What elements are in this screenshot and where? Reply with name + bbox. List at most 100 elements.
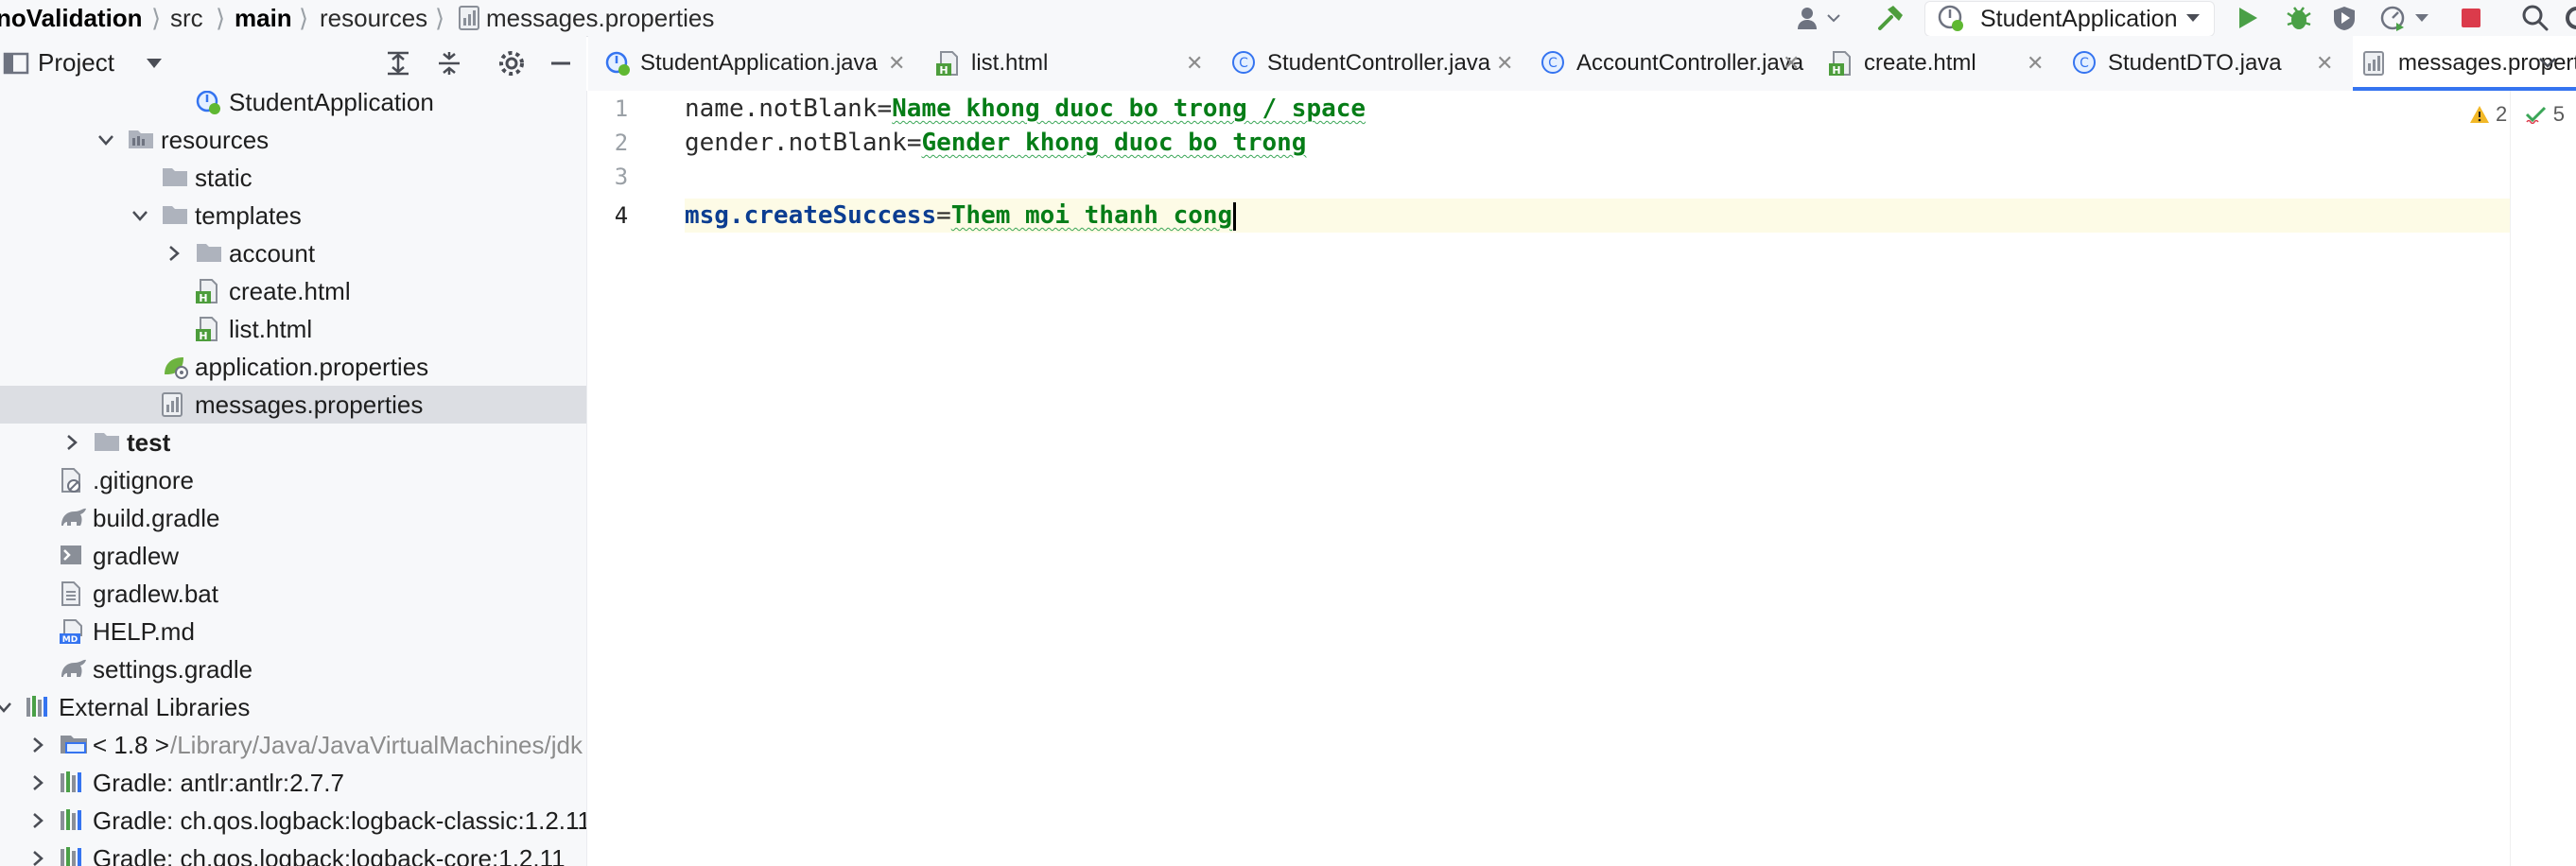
property-key: gender.notBlank [685,129,907,157]
tab-list-chevron-down-icon[interactable] [2536,51,2559,78]
chevron-down-icon[interactable] [0,694,15,720]
chevron-right-icon[interactable] [26,770,49,796]
tree-item[interactable]: Gradle: ch.qos.logback:logback-core:1.2.… [0,840,586,866]
tree-item[interactable]: .gitignore [0,461,586,499]
svg-text:MD: MD [62,635,78,645]
code-line[interactable]: gender.notBlank=Gender khong duoc bo tro… [685,126,2510,160]
tree-item[interactable]: Gradle: ch.qos.logback:logback-classic:1… [0,802,586,840]
settings-gear-icon[interactable] [2563,4,2576,32]
tree-item[interactable]: Hlist.html [0,310,586,348]
hide-minus-icon[interactable] [547,49,575,78]
code-line[interactable]: msg.createSuccess=Them moi thanh cong [685,199,2510,233]
debug-icon[interactable] [2285,4,2313,32]
line-number: 4 [614,202,629,229]
run-icon[interactable] [2234,4,2262,32]
tree-item[interactable]: messages.properties [0,386,586,424]
line-number: 3 [614,164,629,190]
editor-tab[interactable]: Hcreate.html ✕ [1819,36,2055,91]
chevron-right-icon[interactable] [163,240,185,267]
collapse-all-icon[interactable] [435,49,463,78]
tree-item[interactable]: < 1.8 > /Library/Java/JavaVirtualMachine… [0,726,586,764]
editor-tab[interactable]: Hlist.html ✕ [926,36,1214,91]
tree-item[interactable]: account [0,234,586,272]
code-line[interactable]: name.notBlank=Name khong duoc bo trong /… [685,92,2510,126]
editor-tab-label: StudentDTO.java [2108,50,2282,76]
chevron-right-icon[interactable] [26,732,49,758]
editor-scrollbar[interactable] [2510,91,2576,866]
expand-all-icon[interactable] [384,49,412,78]
folder-icon [161,165,189,191]
library-icon [59,845,87,866]
tree-item[interactable]: build.gradle [0,499,586,537]
chevron-right-icon[interactable] [26,845,49,866]
tree-item[interactable]: Hcreate.html [0,272,586,310]
editor-tab[interactable]: StudentApplication.java ✕ [595,36,916,91]
tree-item-label: Gradle: ch.qos.logback:logback-classic:1… [93,806,587,835]
stop-icon[interactable] [2457,4,2485,32]
gitignore-file-icon [59,467,87,494]
tree-item-label: gradlew.bat [93,580,218,608]
tree-item-label: resources [161,126,270,154]
html-file-icon: H [195,316,223,342]
breadcrumb-src[interactable]: src [170,3,203,33]
editor-tab[interactable]: C StudentController.java ✕ [1222,36,1524,91]
tree-item[interactable]: templates [0,197,586,234]
line-number: 1 [614,95,629,122]
close-icon[interactable]: ✕ [888,49,905,78]
tree-item[interactable]: application.properties [0,348,586,386]
chevron-down-icon[interactable] [140,49,168,78]
chevron-down-icon[interactable] [129,202,151,229]
tree-item[interactable]: settings.gradle [0,650,586,688]
tree-item[interactable]: gradlew.bat [0,575,586,613]
chevron-down-icon[interactable] [2411,4,2432,32]
tree-item[interactable]: Gradle: antlr:antlr:2.7.7 [0,764,586,802]
project-view-selector[interactable]: Project [38,47,114,78]
close-icon[interactable]: ✕ [1496,49,1513,78]
html-file-icon: H [195,278,223,304]
user-account-icon[interactable] [1797,4,1825,32]
navigation-bar: noValidation ⟩ src ⟩ main ⟩ resources ⟩ … [0,0,2576,37]
code-line[interactable] [685,160,2510,194]
properties-file-icon [2362,50,2387,81]
close-icon[interactable]: ✕ [2027,49,2044,78]
tree-item-label: < 1.8 > [93,731,169,759]
breadcrumb-resources[interactable]: resources [320,3,427,33]
tree-item-path: /Library/Java/JavaVirtualMachines/jdk [170,731,583,759]
run-with-coverage-icon[interactable] [2330,4,2358,32]
chevron-down-icon[interactable] [95,127,117,153]
chevron-down-icon[interactable] [1823,4,1844,32]
spring-properties-icon [161,354,189,380]
tree-item[interactable]: test [0,424,586,461]
editor-tab[interactable]: C AccountController.java ✕ [1531,36,1811,91]
run-configuration-selector[interactable]: StudentApplication [1924,1,2215,37]
close-icon[interactable]: ✕ [1783,49,1800,78]
chevron-right-icon[interactable] [26,807,49,834]
spring-boot-run-icon [1937,4,1965,32]
tree-item[interactable]: MD HELP.md [0,613,586,650]
tree-item-label: create.html [229,277,351,305]
library-icon [59,770,87,796]
editor-tab[interactable]: C StudentDTO.java ✕ [2063,36,2344,91]
breadcrumb-project[interactable]: noValidation [0,3,143,33]
tree-item[interactable]: StudentApplication [0,91,586,121]
property-key: name.notBlank [685,95,878,123]
chevron-right-icon[interactable] [61,429,83,456]
tree-item-label: settings.gradle [93,655,253,684]
tree-item[interactable]: static [0,159,586,197]
code-editor[interactable]: 2 5 name.notBlank=Name khong duoc bo tro… [685,91,2576,866]
tree-item[interactable]: gradlew [0,537,586,575]
property-value: Name khong duoc bo trong / space [892,95,1366,123]
tree-item[interactable]: resources [0,121,586,159]
tree-item-label: messages.properties [195,390,424,419]
close-icon[interactable]: ✕ [2316,49,2333,78]
library-icon [59,807,87,834]
tree-item[interactable]: External Libraries [0,688,586,726]
search-icon[interactable] [2521,4,2550,32]
breadcrumb-main[interactable]: main [235,3,292,33]
html-file-icon: H [1828,50,1854,81]
breadcrumb-file[interactable]: messages.properties [486,3,714,33]
close-icon[interactable]: ✕ [1186,49,1203,78]
build-hammer-icon[interactable] [1876,4,1905,32]
profiler-icon[interactable] [2379,4,2408,32]
settings-gear-icon[interactable] [497,49,526,78]
